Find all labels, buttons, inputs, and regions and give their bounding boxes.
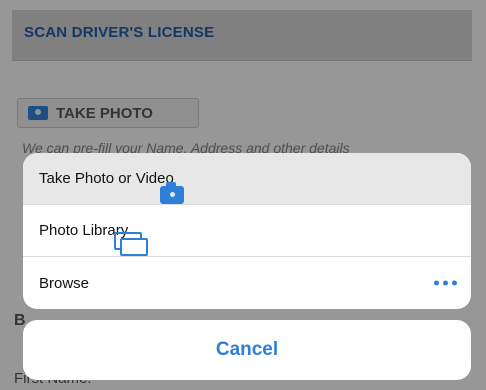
more-icon (434, 280, 457, 286)
action-take-photo-or-video[interactable]: Take Photo or Video (23, 153, 471, 205)
camera-icon (159, 182, 184, 204)
cancel-button[interactable]: Cancel (23, 320, 471, 380)
action-label: Browse (39, 274, 90, 292)
action-photo-library[interactable]: Photo Library (23, 205, 471, 257)
action-sheet: Take Photo or Video Photo Library Browse (23, 153, 471, 309)
cancel-label: Cancel (215, 339, 279, 360)
photo-library-icon (114, 232, 149, 256)
action-label: Take Photo or Video (39, 170, 174, 187)
action-browse[interactable]: Browse (23, 257, 471, 309)
